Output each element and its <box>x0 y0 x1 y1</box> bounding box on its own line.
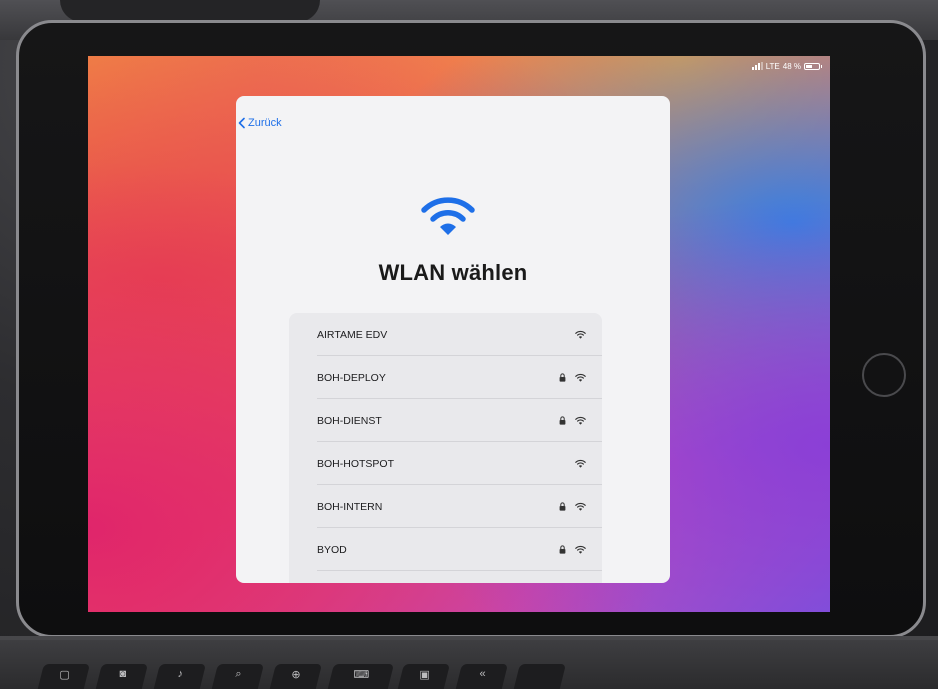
wifi-signal-icon <box>575 416 586 425</box>
network-name: BOH-HOTSPOT <box>317 457 395 470</box>
network-name: BOH-INTERN <box>317 500 383 513</box>
wifi-setup-sheet: Zurück WLAN wählen AIRTAME EDV BOH-DEPLOY… <box>236 96 670 583</box>
network-row[interactable]: BYOD <box>289 528 602 571</box>
lock-icon <box>559 373 566 382</box>
network-name: BOH-DIENST <box>317 414 382 427</box>
case-strap <box>60 0 320 22</box>
signal-strength-icon <box>751 62 763 70</box>
keyboard-key[interactable]: ⊕ <box>268 664 322 689</box>
network-status-icons <box>559 356 586 399</box>
battery-icon <box>804 62 822 70</box>
wifi-hero-icon <box>421 197 475 235</box>
page-title: WLAN wählen <box>378 260 528 285</box>
network-row[interactable]: BOH-INTERN <box>289 485 602 528</box>
network-status-icons <box>559 528 586 571</box>
keyboard-key[interactable]: « <box>454 664 508 689</box>
network-list: AIRTAME EDV BOH-DEPLOY BOH-DIENST BOH-HOTSP… <box>289 313 602 583</box>
keyboard-key[interactable]: ♪ <box>152 664 206 689</box>
network-status-icons <box>575 313 586 356</box>
carrier-label: LTE <box>765 61 780 71</box>
home-button[interactable] <box>862 353 906 397</box>
keyboard-key[interactable]: ⌨ <box>326 664 394 689</box>
lock-icon <box>559 502 566 511</box>
wifi-signal-icon <box>575 373 586 382</box>
lock-icon <box>559 545 566 554</box>
network-row[interactable]: BOH-DIENST <box>289 399 602 442</box>
network-status-icons <box>575 442 586 485</box>
network-row[interactable]: AIRTAME EDV <box>289 313 602 356</box>
network-name: BYOD <box>317 543 347 556</box>
battery-percent: 48 % <box>782 61 801 71</box>
ipad-screen: LTE 48 % Zurück WLAN wählen AIRTAME EDV B… <box>88 56 830 612</box>
wifi-signal-icon <box>575 459 586 468</box>
wifi-signal-icon <box>575 545 586 554</box>
photo-background: LTE 48 % Zurück WLAN wählen AIRTAME EDV B… <box>0 0 938 689</box>
wifi-signal-icon <box>575 330 586 339</box>
keyboard-key[interactable]: ⌕ <box>210 664 264 689</box>
keyboard-key[interactable]: ▢ <box>36 664 90 689</box>
keyboard-key[interactable] <box>512 664 566 689</box>
chevron-left-icon <box>238 117 245 129</box>
network-row[interactable]: BOH-DEPLOY <box>289 356 602 399</box>
network-status-icons <box>559 485 586 528</box>
wifi-signal-icon <box>575 502 586 511</box>
lock-icon <box>559 416 566 425</box>
keyboard-key[interactable]: ◙ <box>94 664 148 689</box>
network-name: BOH-DEPLOY <box>317 371 386 384</box>
network-name: AIRTAME EDV <box>317 328 388 341</box>
back-button[interactable]: Zurück <box>236 117 282 129</box>
network-row[interactable]: BOH-HOTSPOT <box>289 442 602 485</box>
network-status-icons <box>559 399 586 442</box>
keyboard-key[interactable]: ▣ <box>396 664 450 689</box>
status-bar: LTE 48 % <box>751 60 822 72</box>
back-button-label: Zurück <box>248 117 282 129</box>
